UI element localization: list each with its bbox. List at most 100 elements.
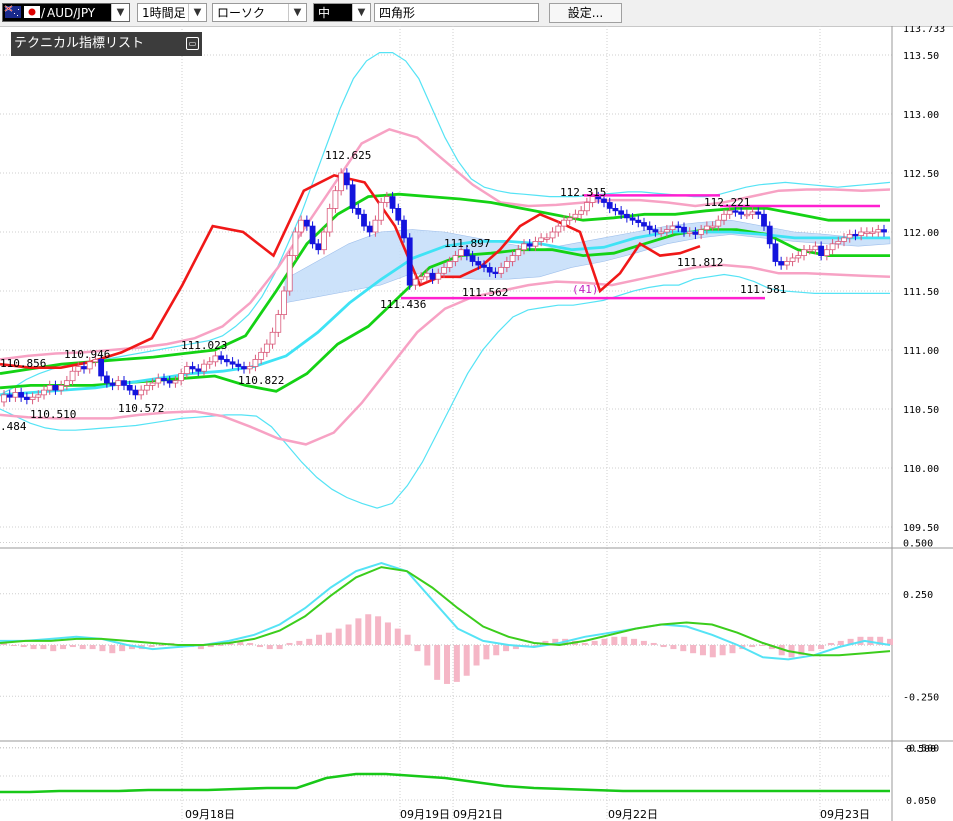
- candle-body: [303, 219, 310, 227]
- line-width-select[interactable]: 中 ▼: [313, 3, 371, 22]
- candle-body: [423, 272, 430, 278]
- price-label: 110.572: [118, 402, 164, 415]
- price-tick-label: 112.50: [903, 169, 939, 180]
- chevron-down-icon[interactable]: ▼: [352, 4, 370, 21]
- candle-body: [783, 261, 790, 266]
- candle-body: [652, 229, 659, 233]
- candle-body: [709, 225, 716, 229]
- shape-select[interactable]: 四角形: [374, 3, 539, 22]
- candle-body: [166, 380, 173, 384]
- candle-body: [35, 394, 42, 398]
- indicator-list-panel[interactable]: テクニカル指標リスト ▭: [11, 32, 202, 56]
- macd-histogram-bar: [335, 628, 342, 645]
- candle-body: [98, 359, 105, 377]
- candle-body: [406, 237, 413, 286]
- chart-type-select[interactable]: ローソク ▼: [212, 3, 307, 22]
- candle-body: [18, 392, 25, 398]
- candle-body: [338, 172, 345, 192]
- lower-tick-label: 0.500: [906, 744, 936, 755]
- candle-body: [881, 229, 887, 233]
- chevron-down-icon[interactable]: ▼: [111, 4, 129, 21]
- candle-body: [469, 255, 476, 262]
- candle-body: [532, 241, 539, 247]
- candle-body: [366, 225, 373, 233]
- chevron-down-icon[interactable]: ▼: [188, 4, 206, 21]
- price-label: (41): [572, 283, 599, 296]
- candle-body: [566, 217, 573, 221]
- candle-body: [343, 172, 350, 186]
- candle-body: [509, 255, 516, 262]
- price-label: 111.812: [677, 256, 723, 269]
- macd-histogram-bar: [286, 642, 293, 645]
- candle-body: [1, 394, 7, 403]
- candle-body: [389, 196, 396, 209]
- macd-histogram-bar: [79, 645, 86, 650]
- candle-body: [852, 233, 859, 237]
- macd-histogram-bar: [424, 645, 431, 666]
- candle-body: [201, 363, 207, 372]
- macd-tick-label: 0.500: [903, 539, 933, 550]
- candle-body: [435, 272, 442, 280]
- candle-body: [675, 225, 682, 229]
- candle-body: [521, 243, 527, 251]
- candle-body: [743, 213, 750, 217]
- price-tick-label: 110.50: [903, 405, 939, 416]
- symbol-select[interactable]: / AUD/JPY ▼: [2, 3, 130, 22]
- candle-body: [481, 264, 487, 268]
- candle-body: [58, 384, 65, 391]
- candle-body: [715, 219, 722, 227]
- price-label: 112.221: [704, 196, 750, 209]
- candle-body: [846, 233, 853, 239]
- candle-body: [143, 384, 150, 391]
- candle-body: [629, 217, 636, 221]
- candle-body: [755, 211, 762, 215]
- candle-body: [292, 231, 299, 257]
- macd-histogram-bar: [621, 636, 628, 645]
- candle-body: [463, 249, 470, 256]
- candle-body: [258, 351, 265, 360]
- candle-body: [6, 394, 13, 398]
- macd-histogram-bar: [759, 645, 766, 646]
- period-select[interactable]: 1時間足 ▼: [137, 3, 207, 22]
- price-tick-label: 111.00: [903, 346, 939, 357]
- chart-grid: [0, 26, 953, 821]
- candle-body: [69, 370, 76, 382]
- candle-body: [829, 243, 836, 251]
- macd-histogram-bar: [493, 645, 500, 656]
- candle-body: [218, 355, 225, 360]
- candle-body: [663, 229, 670, 233]
- macd-histogram-bar: [60, 645, 67, 650]
- macd-histogram-bar: [581, 642, 588, 645]
- macd-histogram-bar: [463, 645, 470, 676]
- macd-histogram-bar: [50, 645, 57, 652]
- candle-body: [355, 207, 362, 215]
- macd-histogram-bar: [40, 645, 47, 650]
- macd-histogram-bar: [483, 645, 490, 660]
- candle-body: [109, 382, 116, 386]
- candle-body: [789, 257, 796, 262]
- candle-body: [349, 184, 356, 209]
- candle-body: [52, 384, 59, 391]
- macd-histogram-bar: [591, 640, 598, 645]
- price-tick-label: 110.00: [903, 464, 939, 475]
- chevron-down-icon[interactable]: ▼: [288, 4, 306, 21]
- candle-body: [321, 231, 327, 251]
- price-top-label: 113.733: [903, 26, 945, 35]
- chart-type-label: ローソク: [217, 6, 266, 20]
- candle-body: [418, 276, 425, 280]
- price-chart[interactable]: 110.856110.946110.510.484110.572111.0231…: [0, 26, 953, 821]
- candle-body: [138, 389, 145, 396]
- candle-body: [12, 392, 19, 398]
- macd-histogram-bar: [99, 645, 106, 652]
- candle-body: [721, 213, 727, 221]
- date-label: 09月22日: [608, 808, 658, 821]
- candle-body: [223, 359, 230, 363]
- macd-histogram-bar: [414, 645, 421, 652]
- macd-histogram-bar: [247, 642, 254, 645]
- price-label: 110.510: [30, 408, 76, 421]
- price-label: 111.436: [380, 298, 426, 311]
- settings-button[interactable]: 設定...: [549, 3, 622, 23]
- candle-body: [749, 211, 756, 215]
- collapse-icon[interactable]: ▭: [186, 37, 199, 50]
- candle-body: [538, 237, 545, 242]
